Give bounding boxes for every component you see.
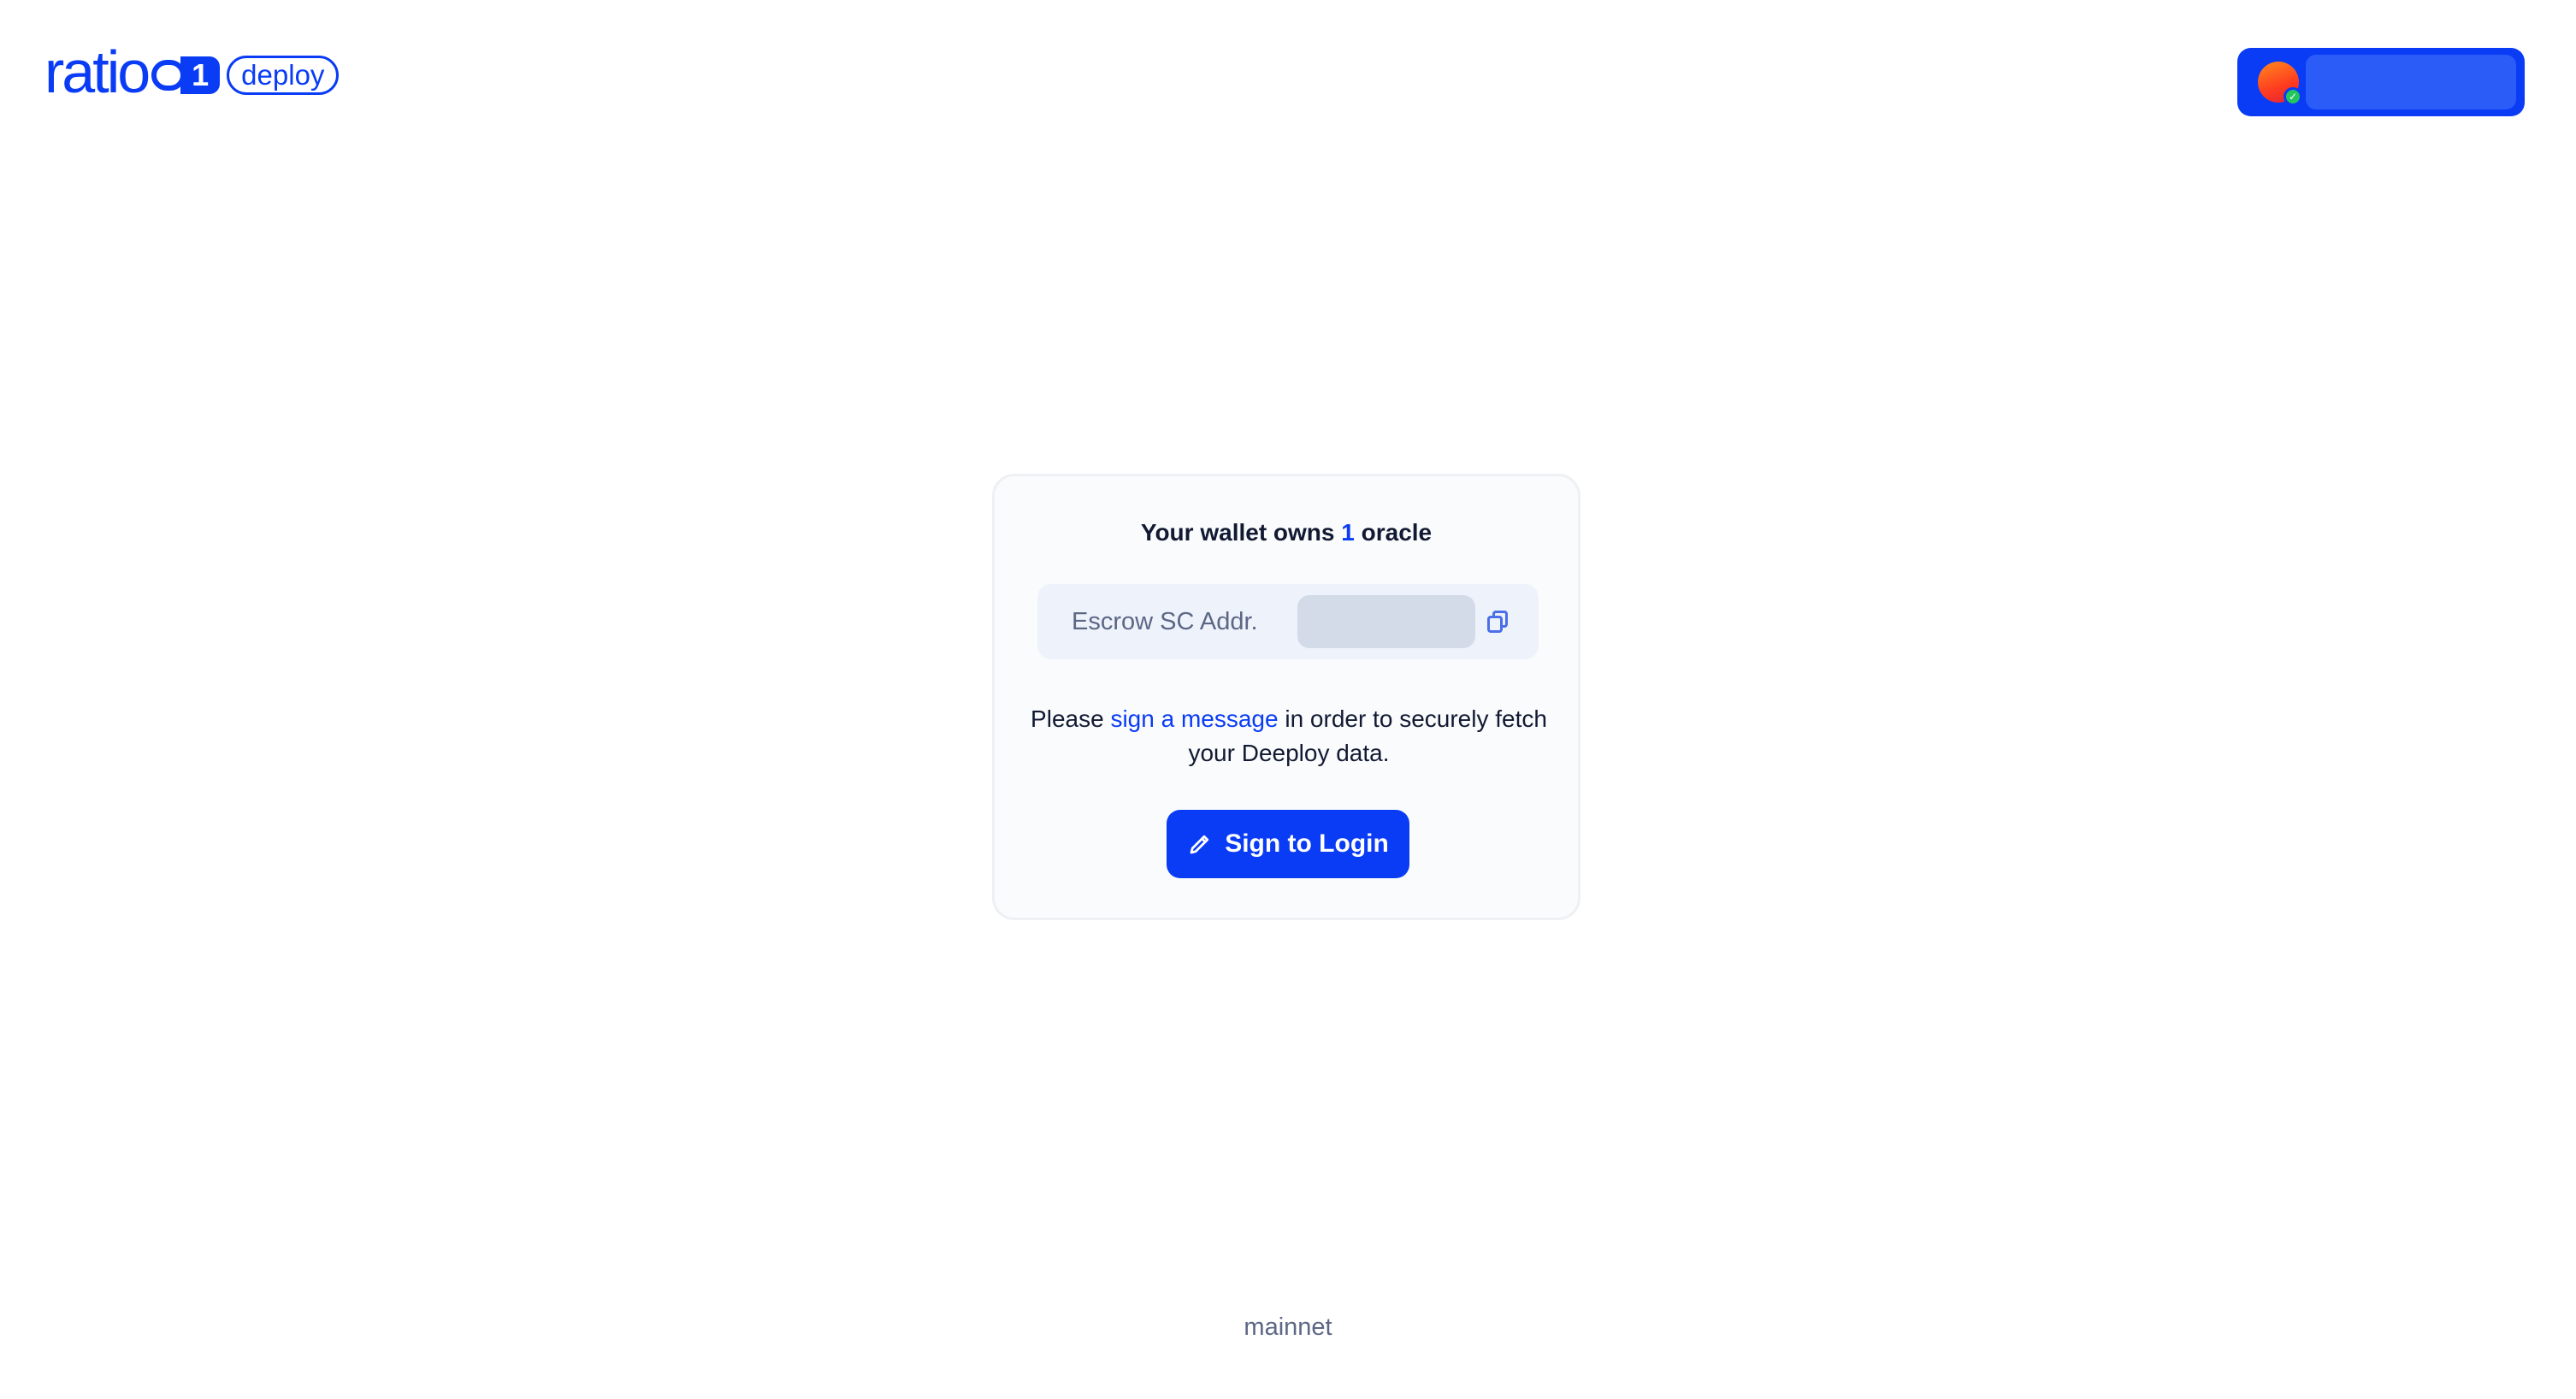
logo-word: ratio — [44, 38, 151, 105]
title-prefix: Your wallet owns — [1140, 519, 1335, 546]
oracle-count: 1 — [1341, 519, 1355, 546]
wallet-avatar-icon: ✓ — [2258, 62, 2302, 106]
escrow-address-row: Escrow SC Addr. — [1037, 584, 1539, 659]
logo-one: 1 — [180, 56, 221, 94]
network-label: mainnet — [1244, 1313, 1332, 1341]
login-card: Your wallet owns 1 oracle Escrow SC Addr… — [992, 474, 1580, 920]
check-icon: ✓ — [2284, 87, 2302, 106]
wallet-button[interactable]: ✓ — [2237, 48, 2525, 116]
sign-button-label: Sign to Login — [1225, 829, 1389, 858]
title-suffix: oracle — [1361, 519, 1433, 546]
message-before: Please — [1031, 705, 1104, 732]
sign-message-text: Please sign a message in order to secure… — [1029, 702, 1549, 770]
sign-message-link: sign a message — [1110, 705, 1279, 732]
copy-icon-front — [1486, 616, 1503, 633]
copy-icon[interactable] — [1484, 609, 1510, 635]
escrow-label: Escrow SC Addr. — [1072, 607, 1258, 635]
escrow-address-value — [1297, 595, 1475, 648]
logo-badge: deploy — [227, 56, 340, 95]
sign-to-login-button[interactable]: Sign to Login — [1167, 810, 1409, 878]
pencil-icon — [1190, 835, 1209, 854]
wallet-address — [2306, 55, 2516, 109]
app-logo[interactable]: ratio 1 deploy — [44, 38, 340, 105]
oracle-count-title: Your wallet owns 1 oracle — [995, 519, 1578, 546]
